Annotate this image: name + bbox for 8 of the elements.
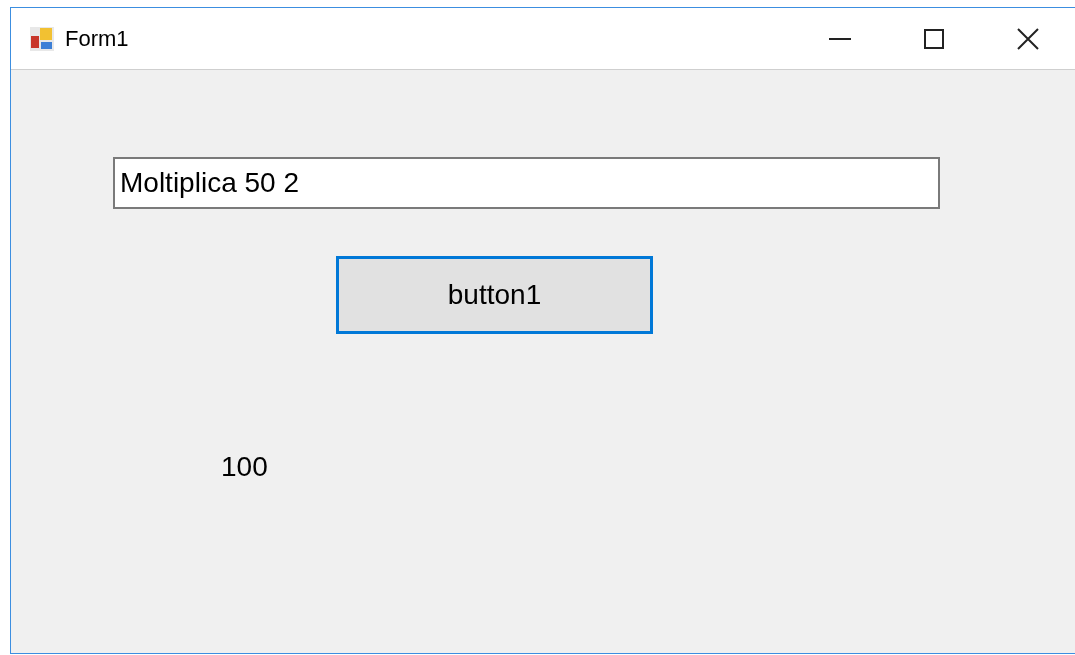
window-title: Form1 bbox=[65, 25, 129, 53]
button[interactable]: button1 bbox=[336, 256, 653, 334]
result-label: 100 bbox=[221, 450, 268, 484]
minimize-icon bbox=[829, 37, 851, 40]
text-field[interactable]: Moltiplica 50 2 bbox=[113, 157, 940, 209]
maximize-icon bbox=[924, 28, 944, 49]
close-icon bbox=[1017, 27, 1039, 50]
app-icon bbox=[29, 25, 55, 52]
